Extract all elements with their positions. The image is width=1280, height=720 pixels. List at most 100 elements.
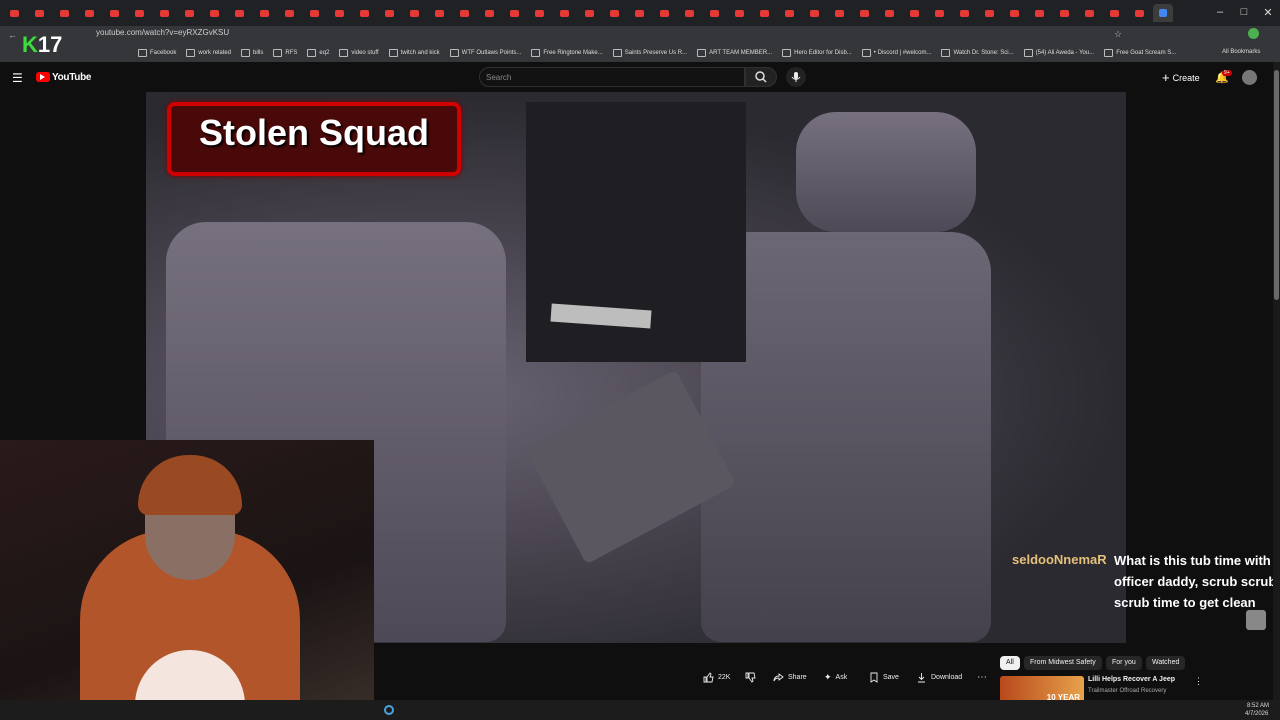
bookmark-item[interactable]: WTF Outlaws Points... (449, 49, 521, 57)
browser-tab[interactable] (278, 4, 300, 22)
browser-tab[interactable] (553, 4, 575, 22)
bookmark-item[interactable]: twitch and kick (388, 49, 440, 57)
like-button[interactable]: 22K (703, 670, 730, 684)
browser-tab[interactable] (578, 4, 600, 22)
address-input[interactable]: youtube.com/watch?v=eyRXZGvKSU (96, 28, 229, 37)
tab-favicon-icon (509, 9, 519, 17)
search-input[interactable]: Search (479, 67, 745, 87)
browser-tab[interactable] (128, 4, 150, 22)
bookmark-icon (870, 672, 878, 683)
browser-tab[interactable] (528, 4, 550, 22)
profile-avatar[interactable] (1248, 28, 1259, 39)
close-window-button[interactable]: ✕ (1256, 6, 1280, 19)
browser-tab[interactable] (428, 4, 450, 22)
browser-tab[interactable] (853, 4, 875, 22)
browser-tab[interactable] (928, 4, 950, 22)
menu-icon[interactable]: ☰ (12, 71, 23, 85)
browser-tab[interactable] (603, 4, 625, 22)
browser-tab[interactable] (953, 4, 975, 22)
browser-tab[interactable] (1003, 4, 1025, 22)
bookmark-item[interactable]: Free Goat Scream S... (1104, 49, 1176, 57)
voice-search-button[interactable] (786, 67, 806, 87)
browser-tab[interactable] (803, 4, 825, 22)
browser-tab[interactable] (78, 4, 100, 22)
browser-tab[interactable] (753, 4, 775, 22)
browser-tab[interactable] (1128, 4, 1150, 22)
browser-tab[interactable] (903, 4, 925, 22)
browser-tab[interactable] (1053, 4, 1075, 22)
ask-button[interactable]: ✦ Ask (824, 670, 847, 684)
browser-tab[interactable] (1078, 4, 1100, 22)
browser-tab[interactable] (403, 4, 425, 22)
channel-avatar[interactable] (1242, 70, 1257, 85)
create-button[interactable]: + Create (1162, 70, 1200, 85)
minimize-button[interactable]: – (1208, 6, 1232, 18)
browser-tab[interactable] (203, 4, 225, 22)
browser-tab[interactable] (178, 4, 200, 22)
bookmark-item[interactable]: Hero Editor for Disb... (782, 49, 852, 57)
recommendation-menu-icon[interactable]: ⋮ (1194, 676, 1203, 687)
browser-tab[interactable] (1103, 4, 1125, 22)
star-bookmark-icon[interactable]: ☆ (1114, 29, 1122, 40)
bookmark-item[interactable]: eq2 (307, 49, 329, 57)
browser-tab[interactable] (653, 4, 675, 22)
chip-for-you[interactable]: For you (1106, 656, 1142, 670)
browser-tab[interactable] (478, 4, 500, 22)
browser-tab[interactable] (778, 4, 800, 22)
browser-tab[interactable] (53, 4, 75, 22)
browser-tab[interactable] (1153, 4, 1173, 22)
back-icon[interactable]: ← (8, 30, 17, 40)
settings-gear-icon[interactable] (384, 705, 394, 715)
recommendation-channel[interactable]: Trailmaster Offroad Recovery (1088, 688, 1166, 694)
save-button[interactable]: Save (869, 670, 899, 684)
browser-tab[interactable] (878, 4, 900, 22)
bookmark-item[interactable]: work related (186, 49, 231, 57)
bookmark-item[interactable]: • Discord | #welcom... (861, 49, 932, 57)
browser-tab[interactable] (978, 4, 1000, 22)
browser-tab[interactable] (3, 4, 25, 22)
browser-tab[interactable] (103, 4, 125, 22)
share-button[interactable]: Share (773, 670, 807, 684)
browser-tab[interactable] (728, 4, 750, 22)
bookmark-item[interactable]: Saints Preserve Us R... (612, 49, 688, 57)
bookmark-item[interactable]: (54) Ali Aweda - You... (1023, 49, 1094, 57)
bookmark-item[interactable]: Watch Dr. Stone: Sci... (941, 49, 1014, 57)
tab-favicon-icon (134, 9, 144, 17)
browser-tab[interactable] (328, 4, 350, 22)
search-button[interactable] (745, 67, 777, 87)
browser-tab[interactable] (453, 4, 475, 22)
chip-from-channel[interactable]: From Midwest Safety (1024, 656, 1102, 670)
download-button[interactable]: Download (916, 670, 962, 684)
maximize-button[interactable]: □ (1232, 6, 1256, 18)
tab-favicon-icon (659, 9, 669, 17)
browser-tab[interactable] (503, 4, 525, 22)
bookmark-label: Saints Preserve Us R... (624, 50, 688, 56)
browser-tab[interactable] (353, 4, 375, 22)
bookmark-label: • Discord | #welcom... (873, 50, 932, 56)
recommendation-title[interactable]: Lilli Helps Recover A Jeep (1088, 676, 1175, 683)
browser-tab[interactable] (28, 4, 50, 22)
bookmark-item[interactable]: RFS (273, 49, 297, 57)
browser-tab[interactable] (153, 4, 175, 22)
browser-tab[interactable] (703, 4, 725, 22)
browser-tab[interactable] (828, 4, 850, 22)
bookmark-item[interactable]: video stuff (339, 49, 379, 57)
bookmark-item[interactable]: Free Ringtone Make... (531, 49, 603, 57)
more-actions-icon[interactable]: ⋯ (977, 670, 987, 684)
browser-tab[interactable] (628, 4, 650, 22)
browser-tab[interactable] (378, 4, 400, 22)
chip-all[interactable]: All (1000, 656, 1020, 670)
browser-tab[interactable] (228, 4, 250, 22)
bookmark-item[interactable]: Facebook (138, 49, 176, 57)
bookmark-item[interactable]: bills (241, 49, 263, 57)
browser-tab[interactable] (253, 4, 275, 22)
browser-tab[interactable] (678, 4, 700, 22)
dislike-button[interactable] (745, 670, 760, 684)
all-bookmarks-link[interactable]: All Bookmarks (1222, 49, 1260, 55)
chip-watched[interactable]: Watched (1146, 656, 1186, 670)
bookmark-item[interactable]: ART TEAM MEMBER... (697, 49, 772, 57)
scrollbar-thumb[interactable] (1274, 70, 1279, 300)
youtube-logo-text[interactable]: YouTube (52, 72, 92, 83)
browser-tab[interactable] (1028, 4, 1050, 22)
browser-tab[interactable] (303, 4, 325, 22)
